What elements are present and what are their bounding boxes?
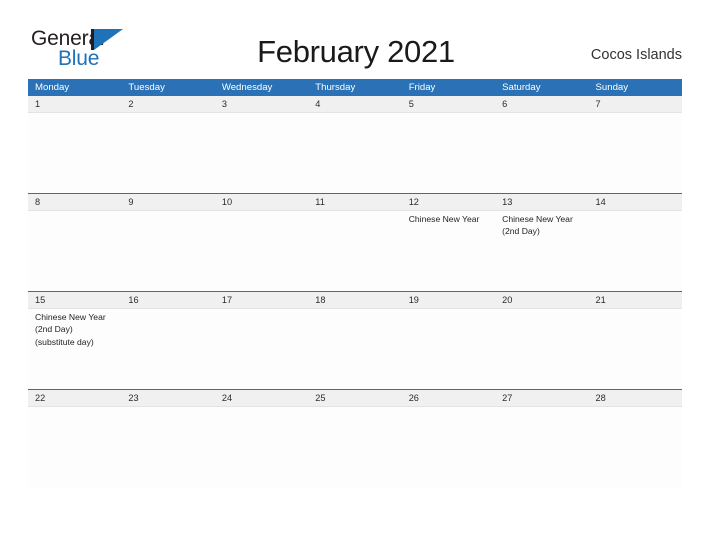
event-line: (2nd Day) (502, 226, 540, 237)
day-cell[interactable] (215, 113, 308, 193)
day-cell[interactable] (589, 407, 682, 488)
day-number[interactable]: 21 (589, 292, 682, 308)
day-number[interactable]: 18 (308, 292, 401, 308)
calendar-week-row: 15 16 17 18 19 20 21 Chinese New Year (2n… (28, 292, 682, 390)
day-number[interactable]: 13 (495, 194, 588, 210)
weekday-header-wednesday: Wednesday (221, 82, 273, 93)
day-cell[interactable] (215, 309, 308, 389)
weekday-header-saturday: Saturday (502, 82, 541, 93)
day-cell[interactable] (28, 113, 121, 193)
day-number[interactable]: 9 (121, 194, 214, 210)
weekday-header-row: Monday Tuesday Wednesday Thursday Friday… (28, 79, 682, 96)
calendar-page: General Blue February 2021 Cocos Islands… (0, 0, 712, 550)
day-cell[interactable] (308, 309, 401, 389)
day-cell[interactable] (402, 407, 495, 488)
region-label: Cocos Islands (590, 47, 682, 63)
day-number[interactable]: 27 (495, 390, 588, 406)
day-number[interactable]: 10 (215, 194, 308, 210)
weekday-header-tuesday: Tuesday (128, 82, 165, 93)
day-number[interactable]: 5 (402, 96, 495, 112)
calendar-week-row: 8 9 10 11 12 13 14 Chinese New Year Chin… (28, 194, 682, 292)
day-cell[interactable] (589, 113, 682, 193)
event-line: Chinese New Year (35, 312, 106, 322)
day-number[interactable]: 11 (308, 194, 401, 210)
day-cell[interactable] (28, 211, 121, 291)
day-events: Chinese New Year (409, 213, 491, 225)
day-cell[interactable] (28, 407, 121, 488)
weekday-header-thursday: Thursday (315, 82, 356, 93)
event-line: (substitute day) (35, 336, 94, 347)
day-cell[interactable]: Chinese New Year (2nd Day) (495, 211, 588, 291)
week-body (28, 113, 682, 194)
calendar-grid: Monday Tuesday Wednesday Thursday Friday… (28, 79, 682, 488)
day-number[interactable]: 14 (589, 194, 682, 210)
weekday-header-monday: Monday (35, 82, 70, 93)
event-line: Chinese New Year (408, 214, 480, 224)
weekday-header-sunday: Sunday (595, 82, 629, 93)
week-date-band: 8 9 10 11 12 13 14 (28, 194, 682, 211)
day-number[interactable]: 26 (402, 390, 495, 406)
day-cell[interactable] (121, 407, 214, 488)
day-cell[interactable] (589, 211, 682, 291)
day-cell[interactable] (308, 113, 401, 193)
day-cell[interactable] (495, 113, 588, 193)
day-cell[interactable] (121, 211, 214, 291)
week-date-band: 1 2 3 4 5 6 7 (28, 96, 682, 113)
day-number[interactable]: 3 (215, 96, 308, 112)
day-cell[interactable]: Chinese New Year (402, 211, 495, 291)
event-line: (2nd Day) (35, 324, 73, 335)
day-events: Chinese New Year (2nd Day) (substitute day… (35, 311, 117, 348)
day-events: Chinese New Year (2nd Day) (502, 213, 584, 238)
day-number[interactable]: 24 (215, 390, 308, 406)
day-number[interactable]: 6 (495, 96, 588, 112)
day-cell[interactable] (402, 113, 495, 193)
week-date-band: 22 23 24 25 26 27 28 (28, 390, 682, 407)
weekday-header-friday: Friday (408, 82, 436, 93)
week-date-band: 15 16 17 18 19 20 21 (28, 292, 682, 309)
day-number[interactable]: 16 (121, 292, 214, 308)
week-body: Chinese New Year (2nd Day) (substitute day… (28, 309, 682, 390)
day-number[interactable]: 28 (589, 390, 682, 406)
day-cell[interactable] (495, 407, 588, 488)
day-cell[interactable] (495, 309, 588, 389)
calendar-week-row: 1 2 3 4 5 6 7 (28, 96, 682, 194)
week-body: Chinese New Year Chinese New Year (2nd Da… (28, 211, 682, 292)
day-number[interactable]: 22 (28, 390, 121, 406)
day-cell[interactable] (589, 309, 682, 389)
week-body (28, 407, 682, 488)
day-number[interactable]: 2 (121, 96, 214, 112)
day-number[interactable]: 4 (308, 96, 401, 112)
day-number[interactable]: 17 (215, 292, 308, 308)
day-number[interactable]: 23 (121, 390, 214, 406)
event-line: Chinese New Year (502, 214, 573, 224)
day-cell[interactable] (121, 309, 214, 389)
day-cell[interactable] (402, 309, 495, 389)
day-cell[interactable] (308, 211, 401, 291)
day-cell[interactable]: Chinese New Year (2nd Day) (substitute day… (28, 309, 121, 389)
day-number[interactable]: 8 (28, 194, 121, 210)
day-cell[interactable] (308, 407, 401, 488)
day-number[interactable]: 25 (308, 390, 401, 406)
day-number[interactable]: 15 (28, 292, 121, 308)
day-number[interactable]: 19 (402, 292, 495, 308)
day-number[interactable]: 1 (28, 96, 121, 112)
day-cell[interactable] (215, 211, 308, 291)
day-cell[interactable] (215, 407, 308, 488)
day-cell[interactable] (121, 113, 214, 193)
day-number[interactable]: 7 (589, 96, 682, 112)
day-number[interactable]: 20 (495, 292, 588, 308)
day-number[interactable]: 12 (402, 194, 495, 210)
calendar-week-row: 22 23 24 25 26 27 28 (28, 390, 682, 488)
